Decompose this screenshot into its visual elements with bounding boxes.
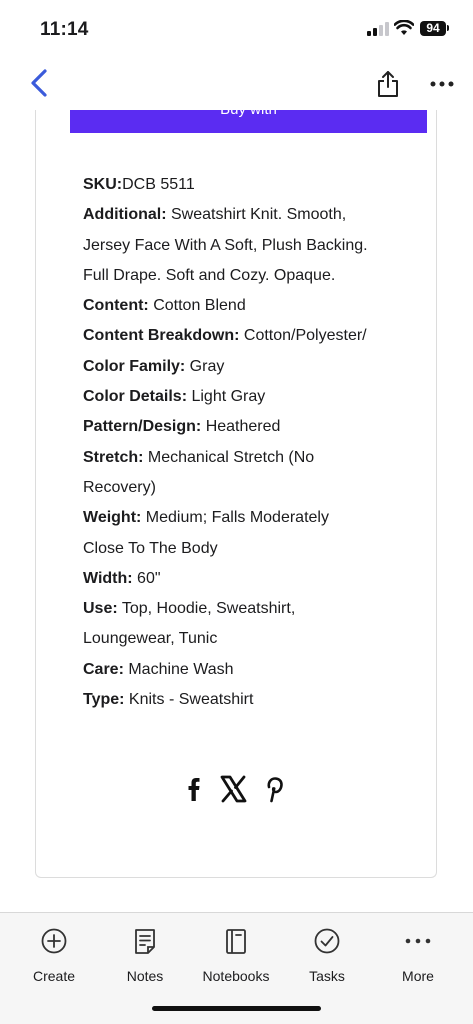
home-indicator[interactable] xyxy=(152,1006,321,1011)
wifi-icon xyxy=(394,20,414,35)
spec-line: Loungewear, Tunic xyxy=(83,624,423,654)
spec-line: Content: Cotton Blend xyxy=(83,291,423,321)
spec-value: Light Gray xyxy=(187,388,266,406)
spec-value: Close To The Body xyxy=(83,539,218,557)
spec-label: Additional: xyxy=(83,206,167,224)
cellular-signal-icon xyxy=(367,22,389,36)
spec-label: Type: xyxy=(83,691,125,709)
spec-line: Color Details: Light Gray xyxy=(83,382,423,412)
tab-label-notebooks: Notebooks xyxy=(202,968,270,984)
spec-label: Stretch: xyxy=(83,448,144,466)
tab-more[interactable]: More xyxy=(373,927,463,984)
spec-label: Content Breakdown: xyxy=(83,327,240,345)
spec-line: Recovery) xyxy=(83,473,423,503)
spec-line: Color Family: Gray xyxy=(83,352,423,382)
battery-nub xyxy=(447,25,449,31)
spec-label: Content: xyxy=(83,297,149,315)
spec-label: Color Details: xyxy=(83,388,188,406)
spec-value: Full Drape. Soft and Cozy. Opaque. xyxy=(83,266,336,284)
note-icon xyxy=(135,929,155,954)
status-bar: 11:14 94 xyxy=(0,0,473,60)
tab-notebooks[interactable]: Notebooks xyxy=(191,927,281,984)
spec-line: Weight: Medium; Falls Moderately xyxy=(83,503,423,533)
spec-value: Machine Wash xyxy=(123,660,234,678)
battery-icon: 94 xyxy=(420,21,446,36)
back-chevron-icon[interactable] xyxy=(28,68,52,98)
spec-value: Gray xyxy=(185,357,225,375)
spec-line: Width: 60" xyxy=(83,564,423,594)
spec-line: SKU:DCB 5511 xyxy=(83,170,423,200)
tab-label-create: Create xyxy=(32,968,76,984)
tab-tasks[interactable]: Tasks xyxy=(282,927,372,984)
more-options-icon[interactable] xyxy=(430,80,454,88)
spec-line: Additional: Sweatshirt Knit. Smooth, xyxy=(83,200,423,230)
tab-label-tasks: Tasks xyxy=(309,968,345,984)
spec-value: Cotton/Polyester/ xyxy=(239,327,367,345)
x-icon[interactable] xyxy=(220,774,247,804)
spec-line: Stretch: Mechanical Stretch (No xyxy=(83,443,423,473)
status-time: 11:14 xyxy=(40,19,89,40)
check-circle-icon xyxy=(314,928,340,954)
share-icon[interactable] xyxy=(375,70,401,98)
spec-value: Knits - Sweatshirt xyxy=(124,691,254,709)
spec-line: Jersey Face With A Soft, Plush Backing. xyxy=(83,231,423,261)
spec-value: 60" xyxy=(132,569,161,587)
spec-list: SKU:DCB 5511 Additional: Sweatshirt Knit.… xyxy=(83,170,423,715)
spec-value: Jersey Face With A Soft, Plush Backing. xyxy=(83,236,368,254)
social-share-row xyxy=(185,774,295,804)
spec-label: Weight: xyxy=(83,509,142,527)
pinterest-icon[interactable] xyxy=(263,774,285,804)
tab-notes[interactable]: Notes xyxy=(100,927,190,984)
tab-label-notes: Notes xyxy=(126,968,164,984)
spec-value: Sweatshirt Knit. Smooth, xyxy=(166,206,347,224)
buy-with-button[interactable]: Buy with xyxy=(70,110,427,133)
spec-line: Use: Top, Hoodie, Sweatshirt, xyxy=(83,594,423,624)
spec-line: Pattern/Design: Heathered xyxy=(83,412,423,442)
spec-line: Full Drape. Soft and Cozy. Opaque. xyxy=(83,261,423,291)
tab-create[interactable]: Create xyxy=(9,927,99,984)
spec-line: Type: Knits - Sweatshirt xyxy=(83,685,423,715)
facebook-icon[interactable] xyxy=(185,774,205,804)
ellipsis-icon xyxy=(405,938,431,944)
spec-line: Content Breakdown: Cotton/Polyester/ xyxy=(83,321,423,351)
spec-line: Close To The Body xyxy=(83,534,423,564)
spec-label: Use: xyxy=(83,600,118,618)
spec-line: Care: Machine Wash xyxy=(83,655,423,685)
plus-circle-icon xyxy=(41,928,67,954)
notebook-icon xyxy=(226,929,246,954)
spec-label: Width: xyxy=(83,569,133,587)
spec-label: Care: xyxy=(83,660,124,678)
tab-label-more: More xyxy=(402,968,434,984)
spec-value: Cotton Blend xyxy=(148,297,246,315)
spec-value: Medium; Falls Moderately xyxy=(141,509,329,527)
spec-value: DCB 5511 xyxy=(122,176,195,193)
spec-value: Top, Hoodie, Sweatshirt, xyxy=(117,600,296,618)
spec-label: SKU: xyxy=(83,176,123,193)
spec-value: Heathered xyxy=(201,418,281,436)
spec-value: Mechanical Stretch (No xyxy=(143,448,315,466)
spec-label: Pattern/Design: xyxy=(83,418,202,436)
spec-value: Loungewear, Tunic xyxy=(83,630,218,648)
spec-value: Recovery) xyxy=(83,478,156,496)
spec-label: Color Family: xyxy=(83,357,186,375)
buy-with-label: Buy with xyxy=(70,110,427,118)
